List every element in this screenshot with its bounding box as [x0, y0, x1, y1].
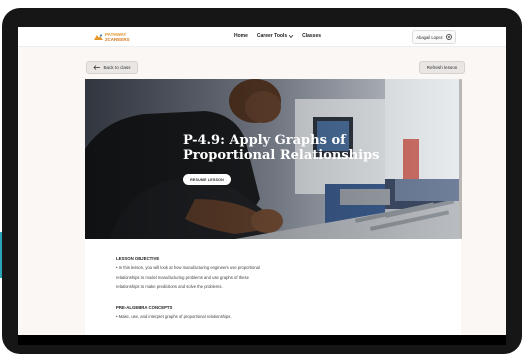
logo-mark-icon: [94, 34, 103, 40]
scrollbar-thumb[interactable]: [459, 79, 462, 239]
nav-career-tools[interactable]: Career Tools: [256, 33, 294, 39]
resume-lesson-button[interactable]: RESUME LESSON: [183, 174, 231, 185]
refresh-lesson-label: Refresh lesson: [426, 65, 458, 70]
pathway-logo[interactable]: PATHWAY 2CAREERS: [94, 31, 130, 43]
app-screen: PATHWAY 2CAREERS Home Career Tools Class…: [18, 27, 506, 335]
objective-text: • In this lesson, you will look at how m…: [116, 263, 301, 292]
lesson-title-line2: Proportional Relationships: [183, 148, 380, 163]
nav-home[interactable]: Home: [234, 33, 248, 39]
objective-line2: relationships to model manufacturing pro…: [116, 274, 249, 280]
concepts-text: • Make, use, and interpret graphs of pro…: [116, 312, 301, 322]
logo-line2: 2CAREERS: [105, 37, 130, 42]
nav-classes[interactable]: Classes: [302, 33, 321, 39]
lesson-title: P-4.9: Apply Graphs of Proportional Rela…: [183, 133, 383, 163]
back-to-class-label: Back to class: [103, 65, 131, 70]
refresh-lesson-button[interactable]: Refresh lesson: [419, 61, 465, 74]
concepts-line1: • Make, use, and interpret graphs of pro…: [116, 314, 232, 319]
device-bottom-bezel: [18, 335, 506, 345]
nav-links: Home Career Tools Classes: [234, 33, 321, 39]
top-navbar: PATHWAY 2CAREERS Home Career Tools Class…: [18, 27, 506, 47]
nav-career-tools-label: Career Tools: [256, 33, 288, 39]
user-name: Abagail Lopez: [416, 34, 443, 40]
gear-icon: [445, 34, 452, 40]
chevron-down-icon: [289, 34, 294, 38]
device-frame: PATHWAY 2CAREERS Home Career Tools Class…: [0, 0, 524, 360]
concepts-heading: PRE-ALGEBRA CONCEPTS: [116, 305, 173, 310]
objective-heading: LESSON OBJECTIVE: [116, 256, 160, 261]
side-edge-accent: [0, 232, 2, 278]
arrow-left-icon: [93, 65, 101, 70]
back-to-class-button[interactable]: Back to class: [86, 61, 138, 74]
lesson-hero: P-4.9: Apply Graphs of Proportional Rela…: [85, 79, 461, 239]
user-menu-button[interactable]: Abagail Lopez: [412, 30, 456, 44]
objective-line1: • In this lesson, you will look at how m…: [116, 265, 260, 270]
objective-line3: relationships to make predictions and so…: [116, 284, 223, 289]
lesson-title-line1: P-4.9: Apply Graphs of: [183, 133, 346, 148]
